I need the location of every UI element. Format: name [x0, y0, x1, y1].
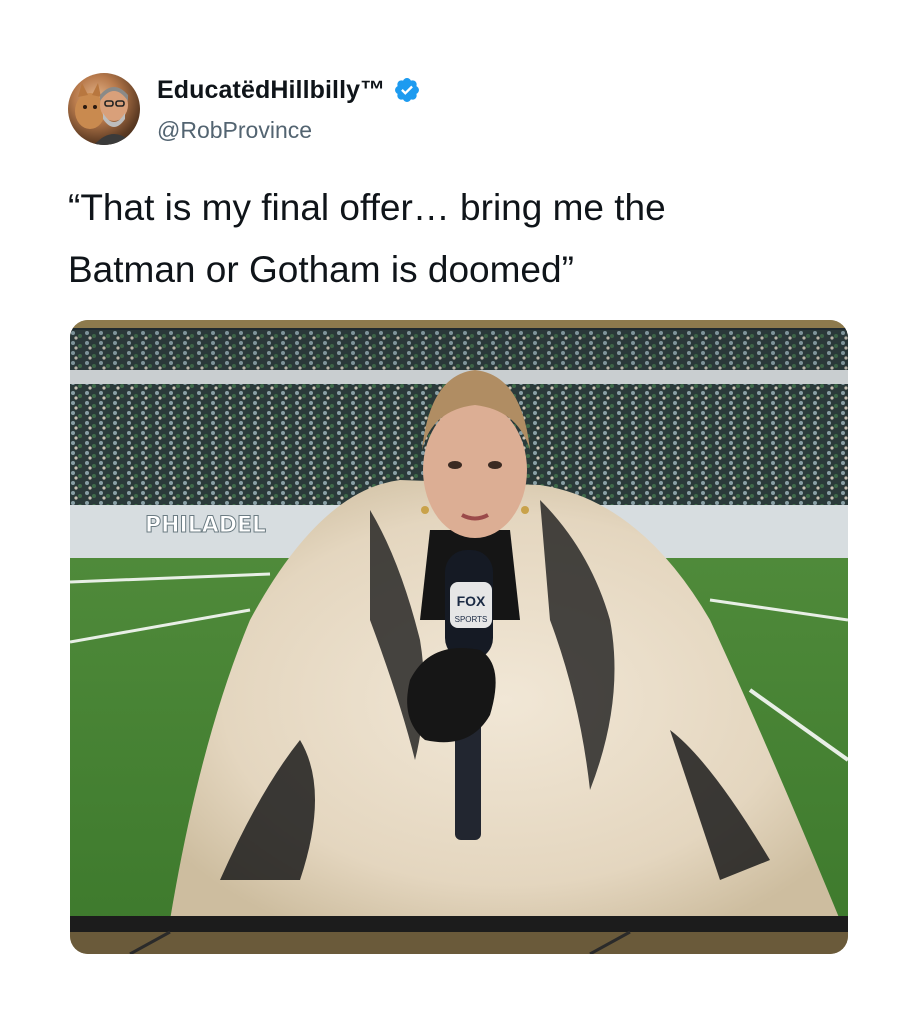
tweet-card: EducatëdHillbilly™ @RobProvince “That is…: [0, 0, 914, 1024]
avatar[interactable]: [68, 73, 140, 145]
broadcast-photo: PHILADEL FOX SPORTS: [70, 320, 848, 954]
tweet-text-line-2: Batman or Gotham is doomed”: [68, 249, 574, 290]
tweet-text-line-1: “That is my final offer… bring me the: [68, 187, 666, 228]
tweet-media-photo[interactable]: PHILADEL FOX SPORTS: [70, 320, 848, 954]
mic-flag-text-1: FOX: [457, 593, 486, 609]
author-name-row[interactable]: EducatëdHillbilly™: [157, 73, 421, 107]
tweet-text: “That is my final offer… bring me the Ba…: [68, 177, 848, 301]
verified-badge-icon: [395, 78, 420, 102]
mic-flag-text-2: SPORTS: [455, 615, 488, 624]
avatar-image: [75, 83, 134, 145]
author-handle[interactable]: @RobProvince: [157, 117, 312, 144]
stadium-sign-text: PHILADEL: [145, 513, 266, 538]
display-name[interactable]: EducatëdHillbilly™: [157, 76, 385, 105]
